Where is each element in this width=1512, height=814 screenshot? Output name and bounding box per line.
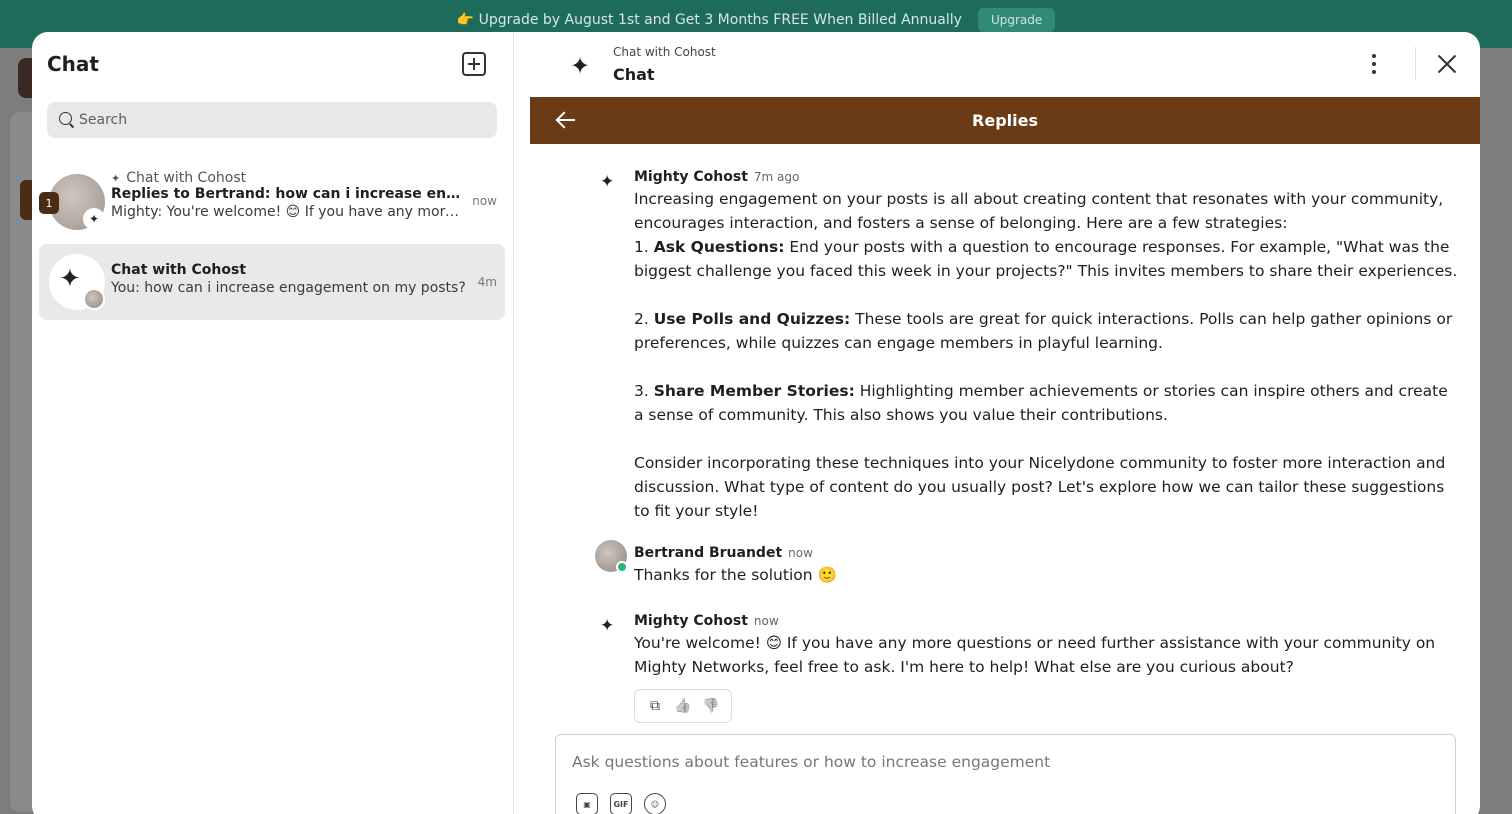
conversation-time: now [472, 194, 497, 208]
search-box[interactable] [47, 102, 497, 138]
sparkle-icon: ✦ [600, 172, 615, 192]
message-header: Mighty Cohost 7m ago [634, 169, 1459, 185]
thumbs-down-icon[interactable]: 👎 [702, 697, 720, 715]
conversation-sidebar: Chat 1 ✦ ✦Chat with Cohost Replies to Be… [32, 32, 514, 814]
unread-badge: 1 [39, 192, 59, 214]
sidebar-title: Chat [47, 52, 99, 76]
copy-icon[interactable]: ⧉ [646, 697, 664, 715]
message: Mighty Cohost now You're welcome! 😊 If yo… [634, 613, 1459, 679]
emoji-icon[interactable]: ☺ [644, 793, 666, 814]
message-input[interactable] [572, 753, 1432, 783]
conversation-item-active[interactable]: ✦ Chat with Cohost You: how can i increa… [39, 244, 505, 320]
search-icon [59, 112, 75, 128]
image-upload-icon[interactable]: ▣ [576, 793, 598, 814]
conversation-subtitle: ✦ Chat with Cohost [111, 170, 247, 186]
thumbs-up-icon[interactable]: 👍 [674, 697, 692, 715]
message-author: Bertrand Bruandet [634, 545, 783, 561]
message-header: Mighty Cohost now [634, 613, 1459, 629]
sparkle-icon: ✦ [111, 172, 121, 185]
header-divider [1415, 47, 1416, 80]
sparkle-icon: ✦ [83, 208, 105, 230]
conversation-title: Chat with Cohost [111, 262, 247, 278]
conversation-preview: You: how can i increase engagement on my… [111, 280, 466, 296]
replies-title: Replies [972, 111, 1038, 130]
composer-toolbar: ▣ GIF ☺ [576, 793, 666, 814]
conversation-text: ✦ Chat with Cohost Replies to Bertrand: h… [111, 168, 491, 220]
user-avatar [83, 288, 105, 310]
chat-pane: ✦ Chat with Cohost Chat Replies ✦ Mighty… [514, 32, 1480, 814]
conversation-text: Chat with Cohost You: how can i increase… [111, 262, 491, 296]
gif-icon[interactable]: GIF [610, 793, 632, 814]
message-body: Thanks for the solution 🙂 [634, 566, 837, 584]
message-composer: ▣ GIF ☺ [555, 734, 1456, 814]
more-options-icon[interactable] [1369, 54, 1379, 78]
conversation-item[interactable]: 1 ✦ ✦ Chat with Cohost Replies to Bertran… [39, 168, 505, 244]
replies-header: Replies [530, 97, 1480, 144]
conversation-time: 4m [477, 275, 497, 289]
sparkle-icon: ✦ [570, 52, 591, 80]
message-time: now [753, 614, 779, 628]
message-body: You're welcome! 😊 If you have any more q… [634, 634, 1436, 676]
message-time: 7m ago [753, 170, 800, 184]
chat-title: Chat [613, 65, 655, 84]
sparkle-icon: ✦ [59, 264, 81, 294]
message-author: Mighty Cohost [634, 613, 748, 629]
message: Mighty Cohost 7m ago Increasing engagemen… [634, 169, 1459, 523]
avatar[interactable] [595, 540, 628, 573]
message-author: Mighty Cohost [634, 169, 748, 185]
search-input[interactable] [79, 112, 479, 128]
message-body: Increasing engagement on your posts is a… [634, 190, 1458, 520]
close-icon[interactable] [1437, 54, 1457, 74]
banner-text: 👉 Upgrade by August 1st and Get 3 Months… [456, 12, 962, 28]
message-time: now [788, 546, 813, 560]
message-header: Bertrand Bruandet now [634, 545, 1459, 561]
chat-subtitle: Chat with Cohost [613, 45, 716, 59]
online-indicator [616, 561, 628, 573]
new-chat-icon[interactable] [462, 52, 486, 76]
sparkle-icon: ✦ [600, 616, 615, 636]
conversation-title: Replies to Bertrand: how can i increase … [111, 186, 467, 202]
message-reactions: ⧉ 👍 👎 [634, 689, 732, 723]
message: Bertrand Bruandet now Thanks for the solu… [634, 545, 1459, 587]
conversation-preview: Mighty: You're welcome! 😊 If you have an… [111, 204, 467, 220]
upgrade-button[interactable]: Upgrade [977, 8, 1056, 32]
chat-modal: Chat 1 ✦ ✦Chat with Cohost Replies to Be… [32, 32, 1480, 814]
